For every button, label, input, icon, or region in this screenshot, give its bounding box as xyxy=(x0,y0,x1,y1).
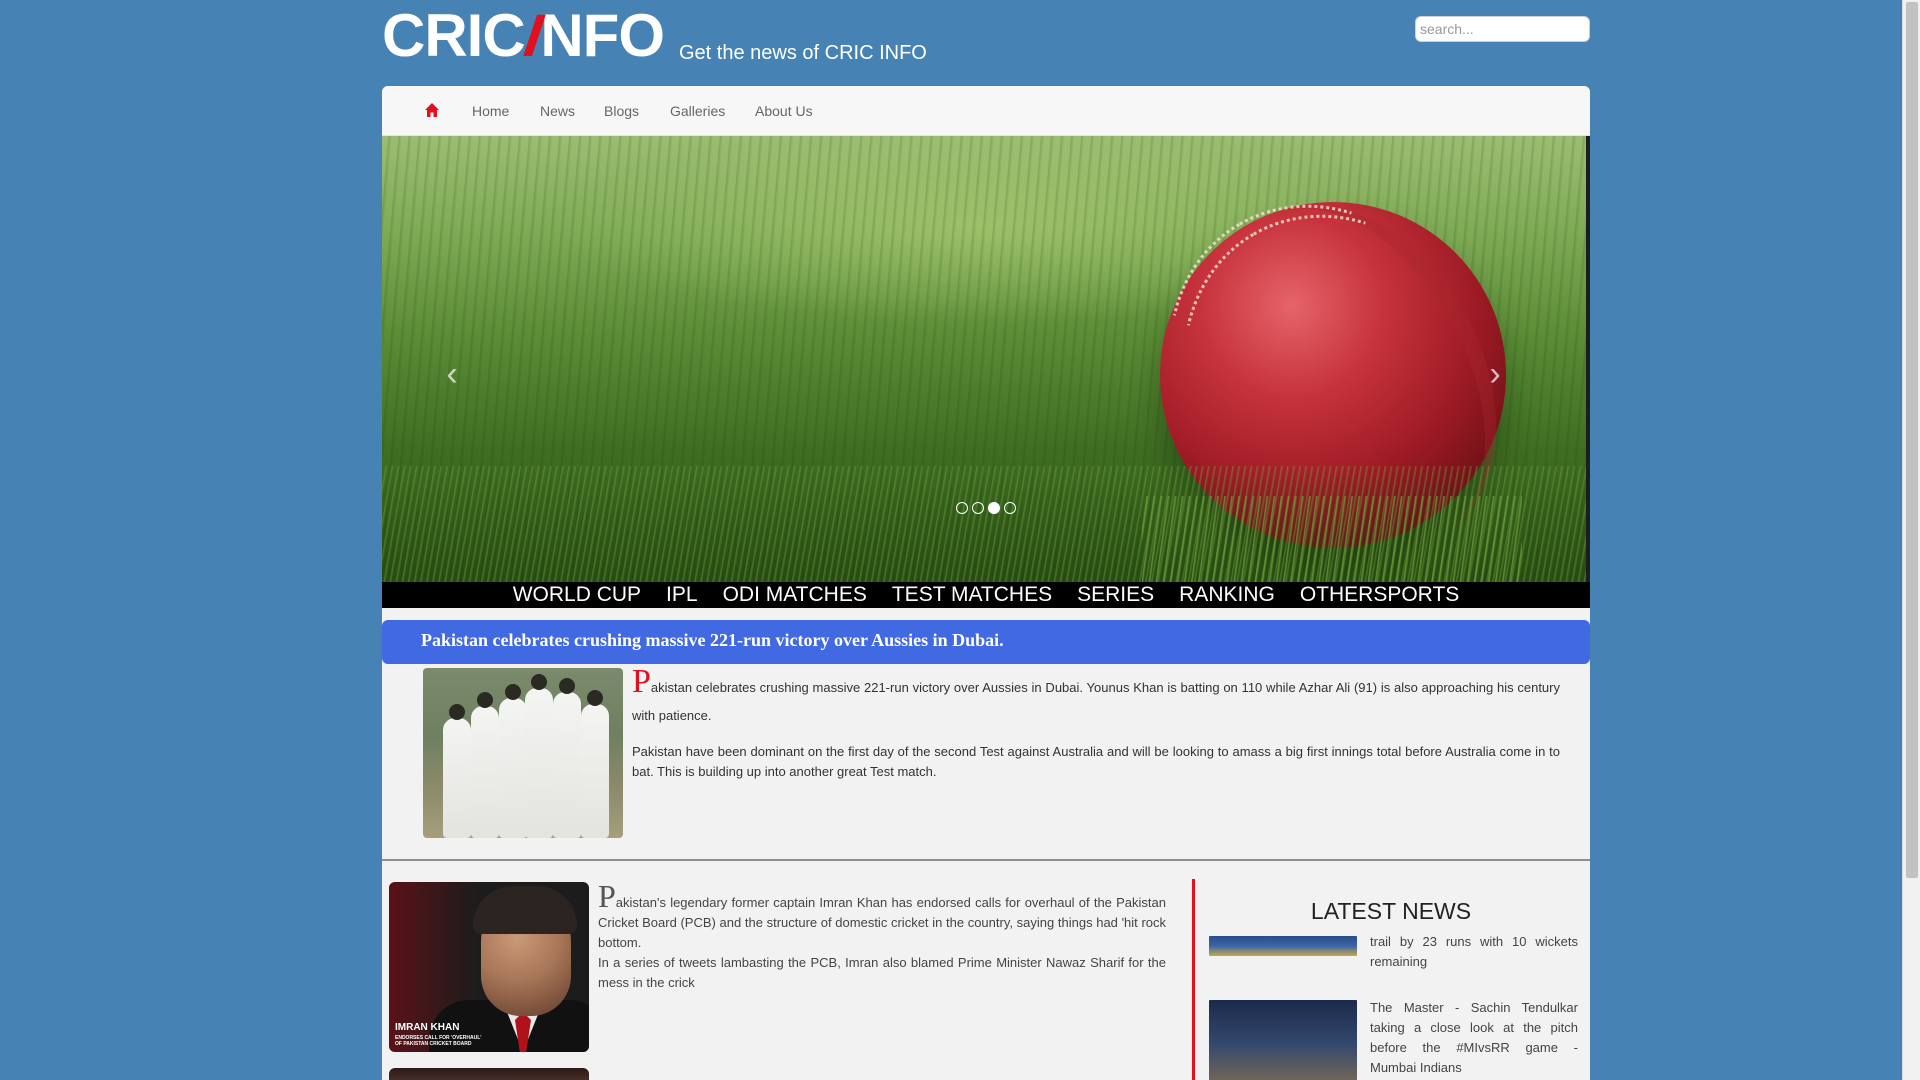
section-divider xyxy=(382,859,1590,861)
search-input[interactable] xyxy=(1415,16,1590,42)
player-figure xyxy=(443,704,471,838)
player-head xyxy=(505,684,521,700)
latest-news-title: LATEST NEWS xyxy=(1310,898,1472,924)
player-figure xyxy=(553,678,581,838)
carousel-dot[interactable] xyxy=(956,502,968,514)
player-head xyxy=(531,674,547,690)
carousel-indicators xyxy=(956,502,1016,514)
category-ranking[interactable]: RANKING xyxy=(1179,583,1275,607)
image-caption: IMRAN KHAN xyxy=(395,1022,460,1033)
site-tagline: Get the news of CRIC INFO xyxy=(679,42,927,64)
nav-blogs[interactable]: Blogs xyxy=(604,103,639,119)
category-series[interactable]: SERIES xyxy=(1077,583,1154,607)
feature-story-text: Pakistan celebrates crushing massive 221… xyxy=(632,665,1560,782)
carousel-dot[interactable] xyxy=(1004,502,1016,514)
sidebar-divider xyxy=(1192,879,1195,1080)
home-icon[interactable] xyxy=(424,102,440,118)
player-head xyxy=(559,678,575,694)
page-scrollbar[interactable] xyxy=(1902,0,1920,1080)
story-3-dropcap: Y xyxy=(598,1074,621,1080)
grass-over-ball xyxy=(1142,496,1522,582)
imran-khan-image[interactable]: IMRAN KHAN ENDORSES CALL FOR 'OVERHAUL' O… xyxy=(389,882,589,1052)
logo-suffix: NFO xyxy=(540,2,665,69)
category-test-matches[interactable]: TEST MATCHES xyxy=(892,583,1052,607)
chevron-left-icon[interactable]: ‹ xyxy=(439,354,465,394)
site-logo[interactable]: CRICINFO xyxy=(382,2,665,69)
nav-news[interactable]: News xyxy=(540,103,575,119)
category-ipl[interactable]: IPL xyxy=(666,583,698,607)
player-head xyxy=(587,690,603,706)
player-head xyxy=(477,692,493,708)
logo-prefix: CRIC xyxy=(382,2,526,69)
image-carousel[interactable]: ‹ › xyxy=(382,136,1590,582)
news-thumbnail[interactable] xyxy=(1209,1000,1357,1080)
carousel-dot[interactable] xyxy=(972,502,984,514)
dropcap: P xyxy=(632,663,651,700)
category-bar: WORLD CUP IPL ODI MATCHES TEST MATCHES S… xyxy=(382,582,1590,608)
nav-home[interactable]: Home xyxy=(472,103,509,119)
player-figure xyxy=(471,692,499,838)
scrollbar-thumb[interactable] xyxy=(1906,2,1918,878)
news-item-text[interactable]: The Master - Sachin Tendulkar taking a c… xyxy=(1370,998,1578,1078)
feature-paragraph-2: Pakistan have been dominant on the first… xyxy=(632,744,1560,779)
headline-banner: Pakistan celebrates crushing massive 221… xyxy=(382,620,1590,664)
nav-about-us[interactable]: About Us xyxy=(755,103,813,119)
player-figure xyxy=(499,684,527,838)
story-3-image[interactable] xyxy=(389,1068,589,1080)
dropcap: P xyxy=(598,878,616,914)
feature-paragraph-1: Pakistan celebrates crushing massive 221… xyxy=(632,665,1560,730)
feature-paragraph-1-text: akistan celebrates crushing massive 221-… xyxy=(632,680,1560,723)
slider-edge xyxy=(1586,136,1590,582)
carousel-dot[interactable] xyxy=(988,502,1000,514)
news-item-text[interactable]: trail by 23 runs with 10 wickets remaini… xyxy=(1370,932,1578,972)
category-othersports[interactable]: OTHERSPORTS xyxy=(1300,583,1459,607)
story-2-text: Pakistan's legendary former captain Imra… xyxy=(598,880,1166,993)
navbar: Home News Blogs Galleries About Us xyxy=(382,86,1590,136)
headline-title[interactable]: Pakistan celebrates crushing massive 221… xyxy=(421,630,1004,651)
image-subcaption-line-2: OF PAKISTAN CRICKET BOARD xyxy=(395,1041,472,1047)
player-figure xyxy=(581,690,609,838)
chevron-right-icon[interactable]: › xyxy=(1482,354,1508,394)
hair-shape xyxy=(473,886,577,934)
story-2-paragraph-1: akistan's legendary former captain Imran… xyxy=(598,895,1166,950)
team-celebration-image[interactable] xyxy=(423,668,623,838)
nav-galleries[interactable]: Galleries xyxy=(670,103,725,119)
story-2-paragraph-2: In a series of tweets lambasting the PCB… xyxy=(598,955,1166,990)
category-world-cup[interactable]: WORLD CUP xyxy=(513,583,641,607)
image-subcaption: ENDORSES CALL FOR 'OVERHAUL' OF PAKISTAN … xyxy=(395,1035,481,1047)
player-head xyxy=(449,704,465,720)
news-thumbnail[interactable] xyxy=(1209,936,1357,956)
player-figure xyxy=(525,674,553,838)
category-odi-matches[interactable]: ODI MATCHES xyxy=(723,583,867,607)
main-container: Home News Blogs Galleries About Us ‹ › W… xyxy=(382,86,1590,1080)
